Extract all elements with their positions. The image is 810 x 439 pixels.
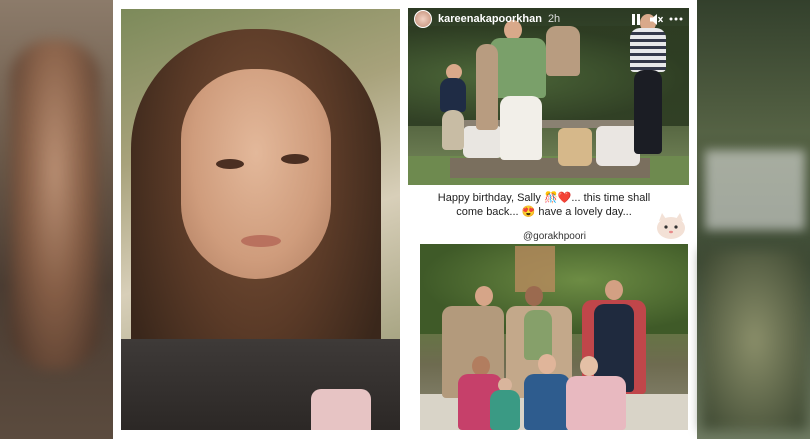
child-shorts	[442, 110, 464, 150]
shawl-right	[546, 26, 580, 76]
man2-kurta	[524, 310, 552, 360]
portrait-photo	[121, 9, 400, 430]
collar	[311, 389, 371, 430]
right-eye	[281, 154, 309, 164]
profile-avatar[interactable]	[414, 10, 432, 28]
shawl-left	[476, 44, 498, 130]
woman2-top	[524, 374, 570, 430]
story-username[interactable]: kareenakapoorkhan	[438, 13, 542, 25]
man3-head	[605, 280, 623, 300]
man2-head	[525, 286, 543, 306]
more-icon[interactable]	[669, 12, 683, 26]
cushion-white	[463, 126, 503, 158]
story-top-photo: kareenakapoorkhan 2h	[408, 8, 689, 185]
woman2-head	[538, 354, 556, 374]
mute-icon[interactable]	[649, 12, 663, 26]
woman3-head	[580, 356, 598, 376]
man-kurta	[490, 38, 546, 98]
child-top	[490, 390, 520, 430]
story-header: kareenakapoorkhan 2h	[408, 8, 689, 30]
story-caption: Happy birthday, Sally 🎊❤️... this time s…	[437, 192, 651, 218]
right-blurred-background	[697, 0, 810, 439]
child-jacket	[440, 78, 466, 112]
man1-head	[475, 286, 493, 306]
woman1-head	[472, 356, 490, 376]
story-time: 2h	[547, 13, 561, 25]
face	[181, 69, 331, 279]
mention-tag[interactable]: @gorakhpoori	[518, 230, 591, 244]
left-blurred-figure	[10, 40, 100, 370]
lips	[241, 235, 281, 247]
woman3-top	[566, 376, 626, 430]
pause-icon[interactable]	[629, 12, 643, 26]
right-blurred-photo	[702, 250, 807, 430]
left-eye	[216, 159, 244, 169]
woman-trousers	[634, 70, 662, 154]
cat-sticker-icon	[654, 211, 688, 241]
cushion-tan	[558, 128, 592, 166]
right-blurred-caption	[705, 150, 805, 230]
man-trousers	[500, 96, 542, 160]
story-bottom-photo	[420, 244, 688, 430]
woman-striped-top	[630, 28, 666, 72]
left-blurred-background	[0, 0, 113, 439]
